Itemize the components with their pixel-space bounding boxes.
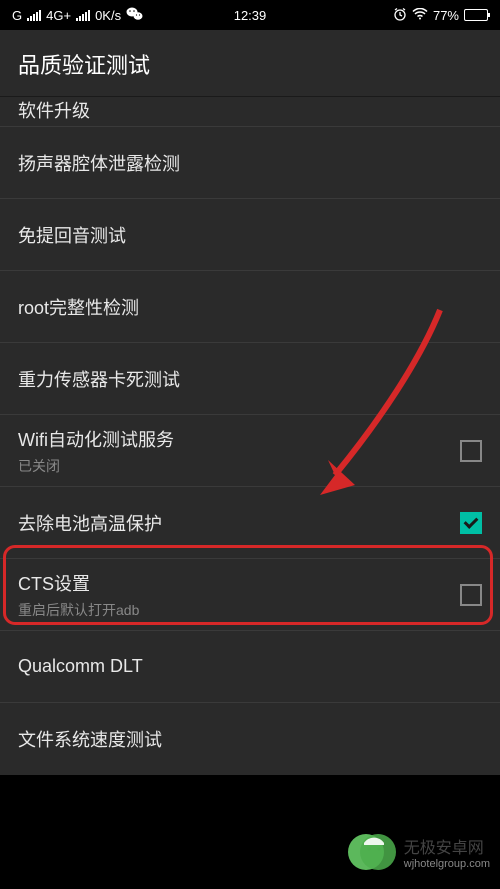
- data-speed: 0K/s: [95, 8, 121, 23]
- battery-icon: [464, 9, 488, 21]
- item-label: root完整性检测: [18, 294, 139, 320]
- checkbox-checked[interactable]: [460, 512, 482, 534]
- watermark-logo: [346, 827, 396, 877]
- status-right: 77%: [393, 7, 488, 24]
- list-item-qualcomm-dlt[interactable]: Qualcomm DLT: [0, 631, 500, 703]
- checkbox[interactable]: [460, 440, 482, 462]
- page-title: 品质验证测试: [18, 48, 482, 80]
- list-item-cts[interactable]: CTS设置 重启后默认打开adb: [0, 559, 500, 631]
- item-sublabel: 重启后默认打开adb: [18, 600, 139, 620]
- item-label: CTS设置: [18, 570, 139, 596]
- clock: 12:39: [234, 8, 267, 23]
- signal-icon-2: [76, 10, 90, 21]
- item-label: 软件升级: [18, 97, 90, 123]
- list-item-speaker-leak[interactable]: 扬声器腔体泄露检测: [0, 127, 500, 199]
- item-label: 去除电池高温保护: [18, 510, 162, 536]
- checkbox[interactable]: [460, 584, 482, 606]
- item-label: 文件系统速度测试: [18, 726, 162, 752]
- watermark-url: wjhotelgroup.com: [404, 858, 490, 870]
- settings-list: 软件升级 扬声器腔体泄露检测 免提回音测试 root完整性检测 重力传感器卡死测…: [0, 97, 500, 775]
- item-label: 扬声器腔体泄露检测: [18, 150, 180, 176]
- status-bar: G 4G+ 0K/s 12:39 77%: [0, 0, 500, 30]
- status-left: G 4G+ 0K/s: [12, 6, 144, 25]
- item-label: Qualcomm DLT: [18, 656, 143, 677]
- network-type: 4G+: [46, 8, 71, 23]
- signal-icon: [27, 10, 41, 21]
- battery-percent: 77%: [433, 8, 459, 23]
- watermark: 无极安卓网 wjhotelgroup.com: [346, 827, 490, 877]
- list-item-wifi-auto-test[interactable]: Wifi自动化测试服务 已关闭: [0, 415, 500, 487]
- item-label: 免提回音测试: [18, 222, 126, 248]
- list-item-battery-heat-protect[interactable]: 去除电池高温保护: [0, 487, 500, 559]
- item-label: Wifi自动化测试服务: [18, 426, 174, 452]
- list-item-software-upgrade[interactable]: 软件升级: [0, 97, 500, 127]
- watermark-title: 无极安卓网: [404, 834, 484, 858]
- page-header: 品质验证测试: [0, 30, 500, 97]
- item-sublabel: 已关闭: [18, 456, 174, 476]
- list-item-gravity-sensor[interactable]: 重力传感器卡死测试: [0, 343, 500, 415]
- list-item-root-check[interactable]: root完整性检测: [0, 271, 500, 343]
- item-label: 重力传感器卡死测试: [18, 366, 180, 392]
- carrier-prefix: G: [12, 8, 22, 23]
- wifi-icon: [412, 8, 428, 23]
- alarm-icon: [393, 7, 407, 24]
- list-item-filesystem-speed[interactable]: 文件系统速度测试: [0, 703, 500, 775]
- list-item-echo-test[interactable]: 免提回音测试: [0, 199, 500, 271]
- wechat-icon: [126, 6, 144, 25]
